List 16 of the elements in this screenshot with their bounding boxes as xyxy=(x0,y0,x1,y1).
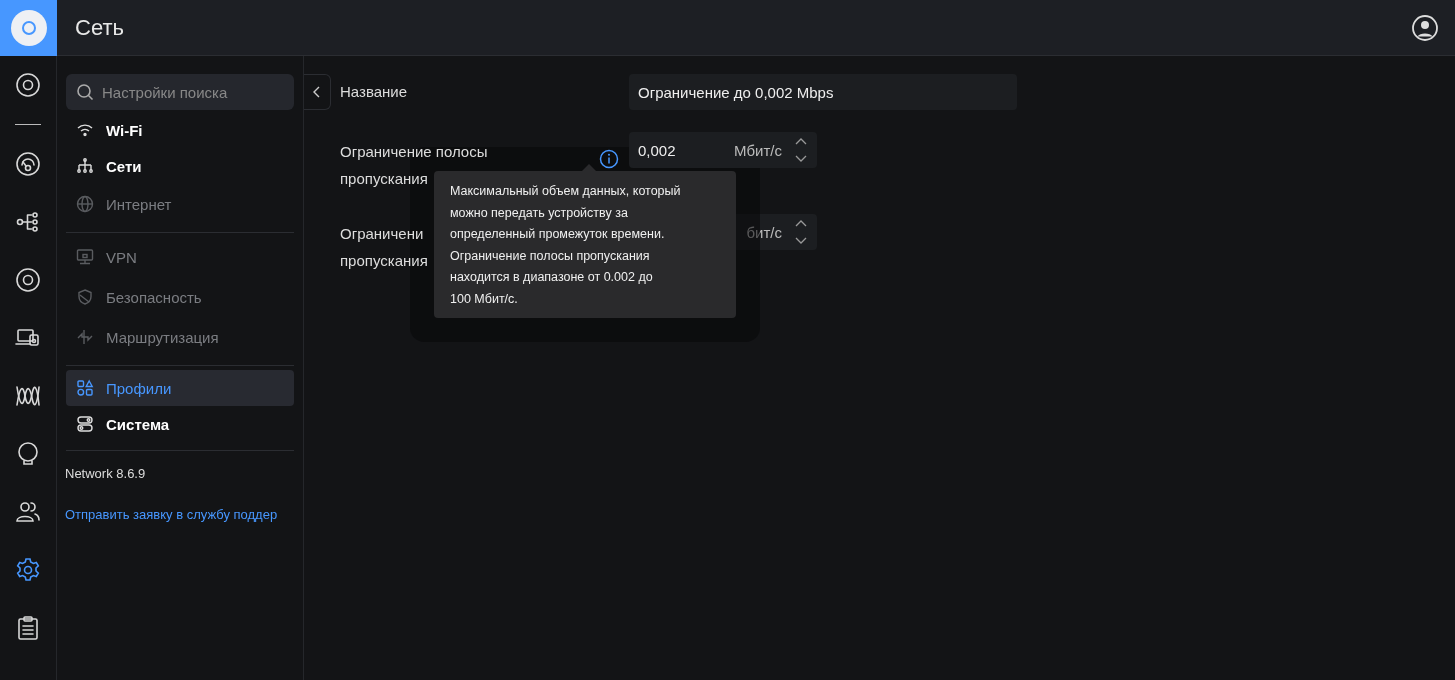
search-field[interactable]: Настройки поиска xyxy=(66,74,294,110)
name-field[interactable]: Ограничение до 0,002 Mbps xyxy=(629,74,1017,110)
sidebar-item[interactable]: Wi-Fi xyxy=(66,112,294,148)
sidebar-item[interactable]: Сети xyxy=(66,148,294,184)
number-field[interactable]: 0,002 Мбит/с xyxy=(629,132,817,168)
sidebar-item[interactable]: Профили xyxy=(66,370,294,406)
field-label: пропускания xyxy=(340,251,428,271)
field-label: Ограничени xyxy=(340,224,424,244)
field-label: Ограничение полосы xyxy=(340,142,488,162)
field-label: Название xyxy=(340,82,408,102)
tooltip-text: Максимальный объем данных, который можно передать устройству за определенный промежуток времени. Ограничение полосы пропускания находится в диапазоне от 0.002 до 100 Мбит/с. xyxy=(450,184,681,306)
sidebar-item[interactable]: Система xyxy=(66,406,294,442)
page-title: Сеть xyxy=(75,14,124,41)
support-link[interactable]: Отправить заявку в службу поддер xyxy=(65,507,294,522)
field-label: пропускания xyxy=(340,169,428,189)
version-text: Network 8.6.9 xyxy=(65,466,147,481)
